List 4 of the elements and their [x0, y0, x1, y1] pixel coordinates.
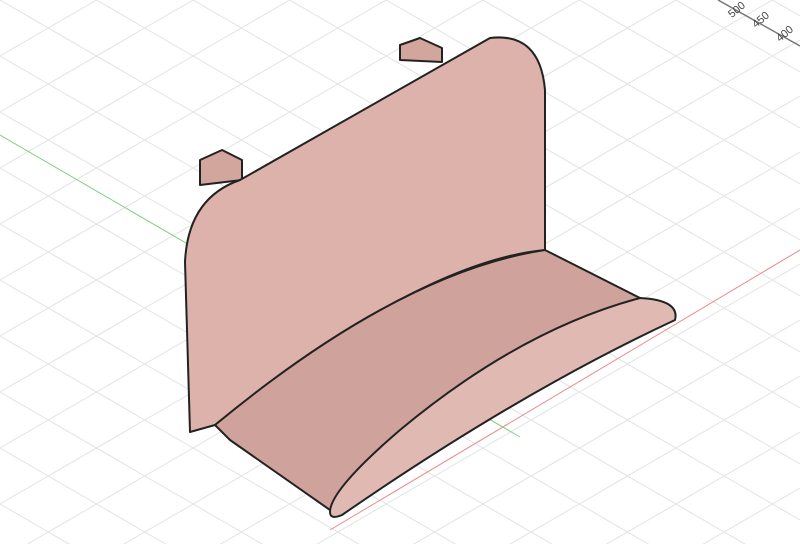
ruler-label: 500	[725, 0, 749, 22]
ruler-label: 450	[749, 8, 773, 32]
cad-viewport[interactable]: 500 450 400	[0, 0, 800, 544]
ruler-label: 400	[773, 22, 797, 46]
